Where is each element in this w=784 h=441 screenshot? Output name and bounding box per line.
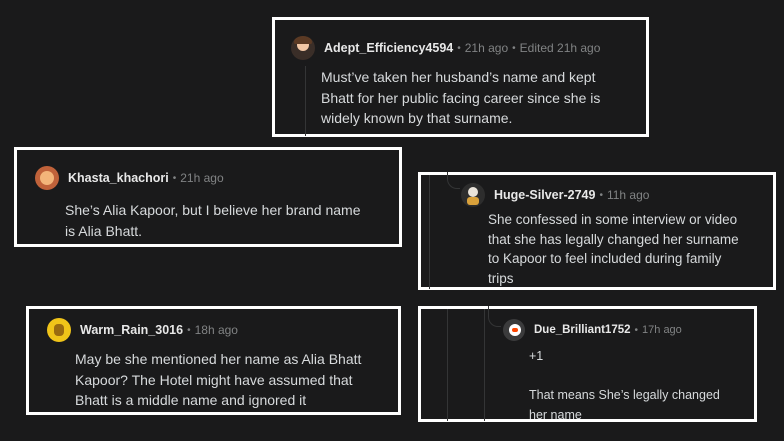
timestamp[interactable]: 21h ago (180, 171, 223, 185)
username[interactable]: Warm_Rain_3016 (80, 323, 183, 337)
username[interactable]: Due_Brilliant1752 (534, 324, 631, 336)
comment-body: +1 That means She’s legally changed her … (529, 349, 720, 422)
comment-card-khasta: Khasta_khachori • 21h ago She’s Alia Kap… (14, 147, 402, 247)
avatar-icon[interactable] (503, 319, 525, 341)
thread-line[interactable] (305, 66, 306, 136)
comment-body: May be she mentioned her name as Alia Bh… (75, 351, 362, 408)
timestamp[interactable]: 11h ago (607, 188, 650, 202)
timestamp[interactable]: 21h ago (465, 41, 508, 55)
username[interactable]: Adept_Efficiency4594 (324, 41, 453, 55)
comment-card-huge-silver: Huge-Silver-2749 • 11h ago She confessed… (418, 172, 776, 290)
edited-label: Edited 21h ago (519, 41, 601, 55)
avatar-icon[interactable] (291, 36, 315, 60)
thread-line[interactable] (447, 309, 448, 421)
thread-line[interactable] (484, 309, 485, 421)
avatar-icon[interactable] (47, 318, 71, 342)
comment-card-due-brilliant: Due_Brilliant1752 • 17h ago +1 That mean… (418, 306, 757, 422)
thread-line[interactable] (429, 175, 430, 289)
thread-connector (447, 172, 460, 189)
comment-card-warm-rain: Warm_Rain_3016 • 18h ago May be she ment… (26, 306, 401, 415)
comment-body: She confessed in some interview or video… (488, 212, 739, 287)
thread-connector (488, 306, 501, 327)
comment-body: Must’ve taken her husband’s name and kep… (321, 69, 601, 126)
avatar-icon[interactable] (35, 166, 59, 190)
username[interactable]: Khasta_khachori (68, 171, 169, 185)
timestamp[interactable]: 17h ago (642, 324, 682, 336)
username[interactable]: Huge-Silver-2749 (494, 188, 595, 202)
comment-card-adept: Adept_Efficiency4594 • 21h ago • Edited … (272, 17, 649, 137)
timestamp[interactable]: 18h ago (195, 323, 238, 337)
comment-body: She’s Alia Kapoor, but I believe her bra… (65, 202, 361, 239)
avatar-icon[interactable] (461, 183, 485, 207)
